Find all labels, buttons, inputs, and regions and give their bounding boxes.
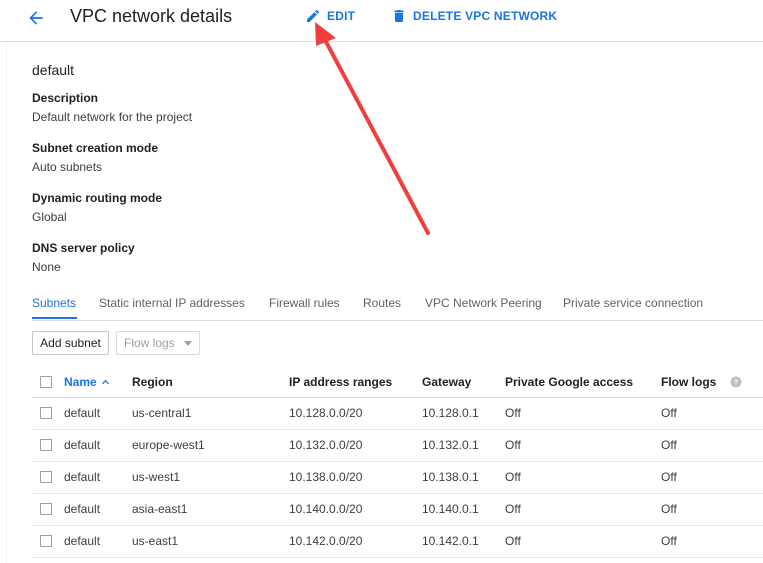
dns-server-policy-value: None [32, 260, 61, 274]
tab-firewall-rules[interactable]: Firewall rules [269, 296, 340, 310]
tab-subnets[interactable]: Subnets [32, 296, 76, 310]
table-row: default europe-west1 10.132.0.0/20 10.13… [32, 430, 763, 462]
subnet-flow-logs: Off [661, 438, 677, 452]
row-checkbox[interactable] [40, 535, 52, 547]
tab-private-service-connection[interactable]: Private service connection [563, 296, 703, 310]
column-header-ip-ranges[interactable]: IP address ranges [289, 367, 392, 397]
tab-static-internal-ip-addresses[interactable]: Static internal IP addresses [99, 296, 245, 310]
dns-server-policy-label: DNS server policy [32, 241, 135, 255]
subnet-ip-range: 10.132.0.0/20 [289, 438, 363, 452]
page-title: VPC network details [70, 6, 233, 26]
subnet-gateway: 10.138.0.1 [422, 470, 479, 484]
subnet-region: us-east1 [132, 534, 179, 548]
description-label: Description [32, 91, 99, 105]
add-subnet-button[interactable]: Add subnet [32, 331, 109, 355]
arrow-up-icon [101, 380, 109, 385]
description-value: Default network for the project [32, 110, 193, 124]
delete-button-label: DELETE VPC NETWORK [413, 9, 558, 23]
tab-bar: Subnets Static internal IP addresses Fir… [32, 294, 763, 321]
subnet-ip-range: 10.140.0.0/20 [289, 502, 363, 516]
subnet-private-access: Off [505, 438, 521, 452]
subnet-name[interactable]: default [64, 526, 100, 556]
flow-logs-dropdown[interactable]: Flow logs [116, 331, 200, 355]
subnet-private-access: Off [505, 470, 521, 484]
column-header-private-google-access[interactable]: Private Google access [505, 367, 633, 397]
subnet-name[interactable]: default [64, 462, 100, 492]
row-checkbox[interactable] [40, 407, 52, 419]
subnet-name[interactable]: default [64, 494, 100, 524]
subnet-ip-range: 10.142.0.0/20 [289, 534, 363, 548]
subnet-private-access: Off [505, 406, 521, 420]
subnet-flow-logs: Off [661, 502, 677, 516]
subnet-private-access: Off [505, 502, 521, 516]
pencil-icon [307, 9, 320, 22]
subnet-ip-range: 10.138.0.0/20 [289, 470, 363, 484]
subnets-table: Name Region IP address ranges Gateway Pr… [32, 367, 763, 558]
divider [6, 42, 7, 563]
subnet-creation-mode-value: Auto subnets [32, 160, 103, 174]
subnet-flow-logs: Off [661, 406, 677, 420]
delete-vpc-network-button[interactable]: DELETE VPC NETWORK [391, 8, 557, 24]
tab-routes[interactable]: Routes [363, 296, 401, 310]
caret-down-icon [184, 341, 192, 346]
subnet-ip-range: 10.128.0.0/20 [289, 406, 363, 420]
network-name: default [32, 62, 75, 78]
dynamic-routing-mode-label: Dynamic routing mode [32, 191, 163, 205]
column-header-flow-logs[interactable]: Flow logs [661, 367, 716, 397]
trash-icon [394, 10, 404, 22]
tab-vpc-network-peering[interactable]: VPC Network Peering [425, 296, 542, 310]
subnet-flow-logs: Off [661, 470, 677, 484]
dynamic-routing-mode-value: Global [32, 210, 67, 224]
edit-button[interactable]: EDIT [305, 8, 355, 24]
svg-text:?: ? [734, 380, 738, 387]
help-circle-icon[interactable]: ? [730, 376, 742, 388]
subnet-flow-logs: Off [661, 534, 677, 548]
subnet-gateway: 10.142.0.1 [422, 534, 479, 548]
subnet-creation-mode-label: Subnet creation mode [32, 141, 159, 155]
subnet-gateway: 10.128.0.1 [422, 406, 479, 420]
top-bar: VPC network details EDIT DELETE VPC NETW… [0, 0, 763, 42]
table-row: default us-central1 10.128.0.0/20 10.128… [32, 398, 763, 430]
column-header-name-label: Name [64, 375, 97, 389]
row-checkbox[interactable] [40, 439, 52, 451]
row-checkbox[interactable] [40, 471, 52, 483]
subnet-gateway: 10.132.0.1 [422, 438, 479, 452]
table-row: default asia-east1 10.140.0.0/20 10.140.… [32, 494, 763, 526]
subnet-name[interactable]: default [64, 398, 100, 428]
subnet-name[interactable]: default [64, 430, 100, 460]
column-header-region[interactable]: Region [132, 367, 173, 397]
subnet-private-access: Off [505, 534, 521, 548]
subnet-region: us-central1 [132, 406, 192, 420]
edit-button-label: EDIT [327, 9, 356, 23]
subnet-gateway: 10.140.0.1 [422, 502, 479, 516]
flow-logs-dropdown-label: Flow logs [124, 336, 175, 350]
table-row: default us-west1 10.138.0.0/20 10.138.0.… [32, 462, 763, 494]
table-header: Name Region IP address ranges Gateway Pr… [32, 367, 763, 398]
row-checkbox[interactable] [40, 503, 52, 515]
column-header-gateway[interactable]: Gateway [422, 367, 471, 397]
column-header-name[interactable]: Name [64, 367, 110, 397]
table-row: default us-east1 10.142.0.0/20 10.142.0.… [32, 526, 763, 558]
subnet-region: europe-west1 [132, 438, 205, 452]
subnet-region: asia-east1 [132, 502, 188, 516]
active-tab-indicator [32, 317, 77, 319]
subnet-region: us-west1 [132, 470, 181, 484]
select-all-checkbox[interactable] [40, 376, 52, 388]
arrow-back-icon[interactable] [26, 8, 46, 28]
